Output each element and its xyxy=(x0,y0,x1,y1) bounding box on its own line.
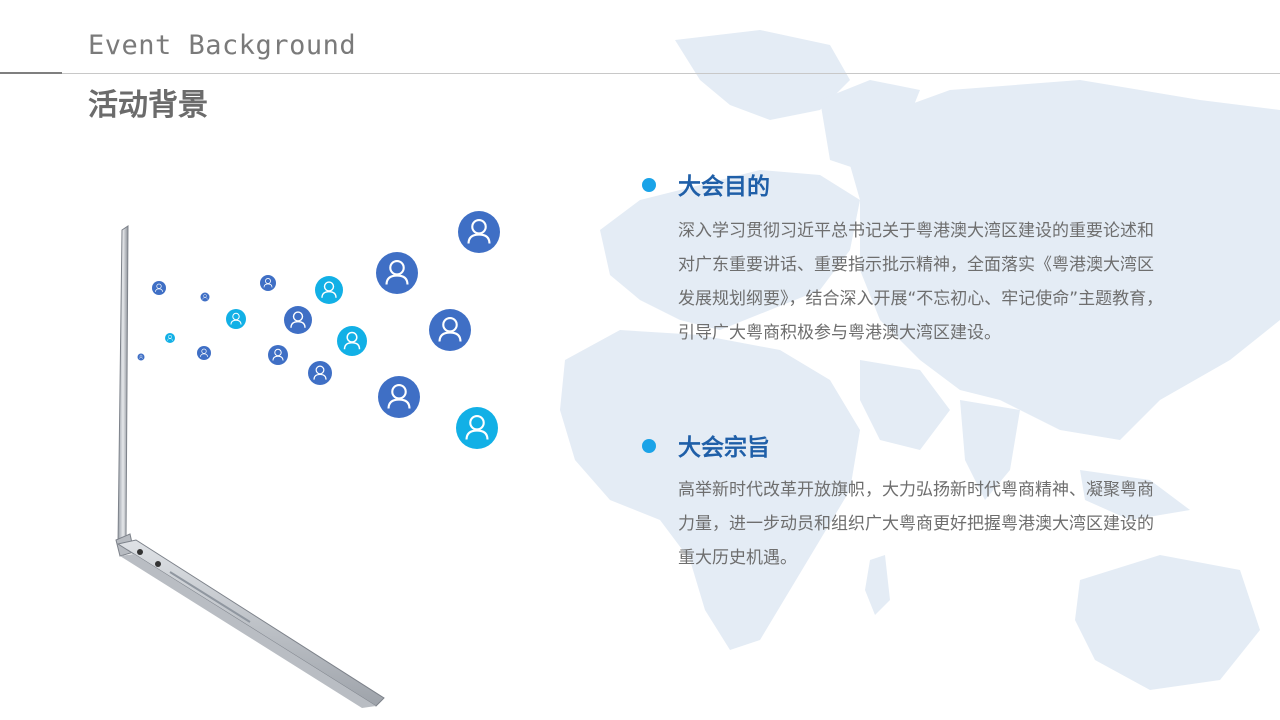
laptop-image xyxy=(115,225,385,708)
section-tenet: 大会宗旨 高举新时代改革开放旗帜，大力弘扬新时代粤商精神、凝聚粤商力量，进一步动… xyxy=(640,427,1180,575)
section-heading: 大会目的 xyxy=(640,166,1180,202)
page-title-english: Event Background xyxy=(88,30,357,61)
circle-bullet-icon xyxy=(642,178,656,192)
header-divider-accent xyxy=(0,72,62,74)
page-title: 活动背景 xyxy=(88,88,208,123)
section-body: 深入学习贯彻习近平总书记关于粤港澳大湾区建设的重要论述和对广东重要讲话、重要指示… xyxy=(678,221,1164,343)
circle-bullet-icon xyxy=(642,439,656,453)
section-title: 大会目的 xyxy=(678,174,770,200)
section-body: 高举新时代改革开放旗帜，大力弘扬新时代粤商精神、凝聚粤商力量，进一步动员和组织广… xyxy=(678,480,1154,568)
header-divider xyxy=(62,73,1280,74)
section-title: 大会宗旨 xyxy=(678,435,770,461)
section-purpose: 大会目的 深入学习贯彻习近平总书记关于粤港澳大湾区建设的重要论述和对广东重要讲话… xyxy=(640,166,1180,350)
section-heading: 大会宗旨 xyxy=(640,427,1180,463)
